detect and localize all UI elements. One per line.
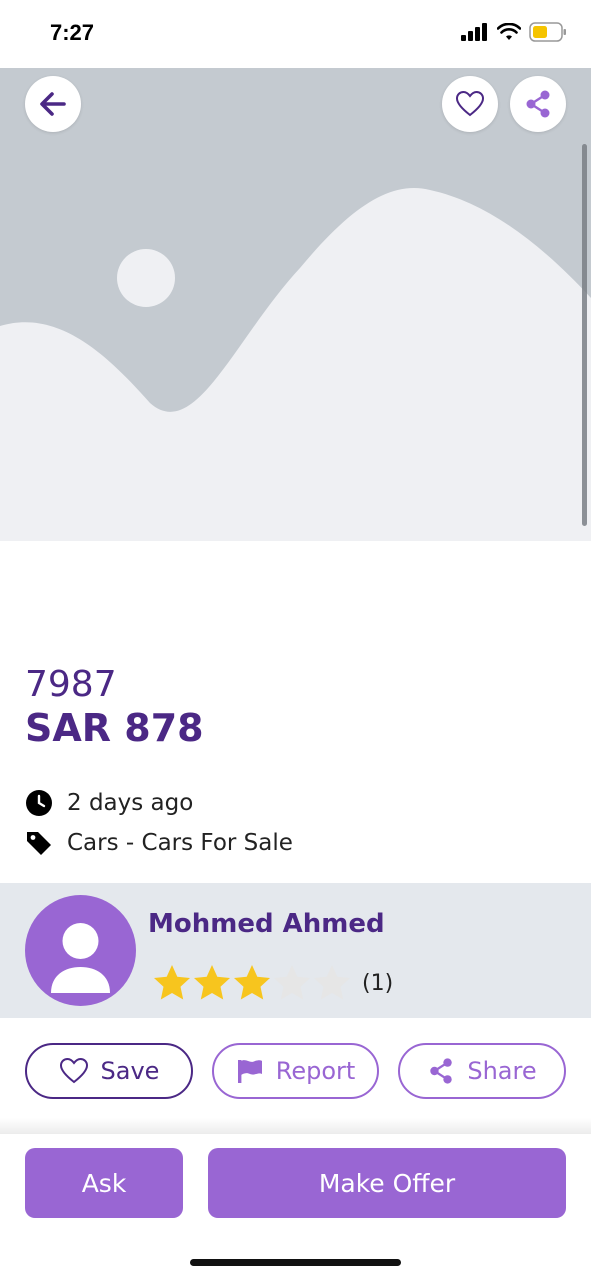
listing-image[interactable] [0, 68, 591, 541]
seller-rating: (1) [152, 963, 393, 1003]
share-top-button[interactable] [510, 76, 566, 132]
rating-count: (1) [362, 970, 394, 996]
heart-outline-icon [455, 90, 485, 117]
star-empty-icon [274, 965, 310, 1000]
battery-icon [529, 22, 566, 42]
image-scrollbar[interactable] [582, 144, 587, 526]
posted-time: 2 days ago [67, 790, 194, 816]
image-placeholder-icon [0, 188, 591, 541]
share-button[interactable]: Share [398, 1043, 566, 1099]
listing-detail-screen: 7:27 7987 SAR 878 2 days ago Cars - Cars… [0, 0, 591, 1280]
star-filled-icon [194, 965, 230, 1000]
listing-price: SAR 878 [25, 706, 204, 750]
user-avatar-icon [51, 923, 110, 993]
seller-name[interactable]: Mohmed Ahmed [148, 909, 385, 939]
signal-icon [461, 23, 487, 41]
back-button[interactable] [25, 76, 81, 132]
posted-time-row: 2 days ago [25, 789, 193, 817]
save-label: Save [100, 1057, 160, 1085]
wifi-icon [497, 23, 521, 40]
ask-button[interactable]: Ask [25, 1148, 183, 1218]
arrow-left-icon [40, 92, 66, 116]
heart-outline-icon [59, 1057, 88, 1084]
share-icon [526, 90, 550, 118]
home-indicator[interactable] [190, 1259, 401, 1266]
listing-title: 7987 [25, 664, 117, 705]
status-bar: 7:27 [0, 0, 591, 68]
clock-icon [26, 790, 52, 816]
status-icons [461, 22, 567, 42]
share-icon [430, 1058, 453, 1084]
make-offer-button[interactable]: Make Offer [208, 1148, 566, 1218]
favorite-button[interactable] [442, 76, 498, 132]
report-label: Report [275, 1057, 356, 1085]
save-button[interactable]: Save [25, 1043, 193, 1099]
seller-card[interactable]: Mohmed Ahmed (1) [0, 883, 591, 1018]
report-button[interactable]: Report [212, 1043, 379, 1099]
status-time: 7:27 [50, 20, 95, 45]
avatar[interactable] [25, 895, 136, 1006]
category-row: Cars - Cars For Sale [25, 829, 293, 857]
tag-icon [27, 832, 51, 855]
star-empty-icon [314, 965, 350, 1000]
category-text[interactable]: Cars - Cars For Sale [67, 830, 293, 856]
footer-divider [0, 1118, 591, 1134]
flag-icon [237, 1060, 262, 1083]
star-filled-icon [234, 965, 270, 1000]
share-label: Share [467, 1057, 537, 1085]
star-filled-icon [154, 965, 190, 1000]
